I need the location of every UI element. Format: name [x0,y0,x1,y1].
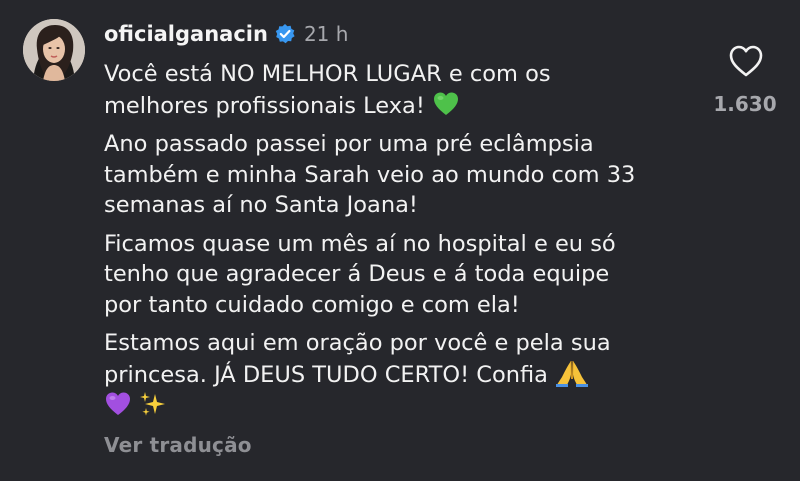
see-translation-link[interactable]: Ver tradução [104,433,252,457]
comment-line: melhores profissionais Lexa! [104,92,425,119]
comment-paragraph: Você está NO MELHOR LUGAR e com os melho… [104,59,704,121]
avatar-photo [23,19,85,81]
comment-paragraph: Estamos aqui em oração por você e pela s… [104,328,704,422]
comment-line: semanas aí no Santa Joana! [104,192,418,218]
comment-line: por tanto cuidado comigo e com ela! [104,291,520,318]
comment-line: tenho que agradecer á Deus e á toda equi… [104,261,610,287]
comment-text: Você está NO MELHOR LUGAR e com os melho… [104,59,704,430]
comment-line: Ano passado passei por uma pré eclâmpsia [104,131,594,157]
comment-paragraph: Ficamos quase um mês aí no hospital e eu… [104,229,704,321]
comment-line: Ficamos quase um mês aí no hospital e eu… [104,230,616,257]
comment-header: oficialganacin 21 h [104,20,348,48]
like-button[interactable] [728,44,764,78]
green-heart-emoji [432,90,460,118]
verified-badge-icon [274,23,296,45]
comment-line: Você está NO MELHOR LUGAR e com os [104,61,551,87]
comment-line: também e minha Sarah veio ao mundo com 3… [104,161,636,188]
like-count: 1.630 [713,92,777,116]
avatar[interactable] [23,19,85,81]
purple-heart-emoji [104,390,132,418]
heart-outline-icon [729,45,763,77]
comment-line: Estamos aqui em oração por você e pela s… [104,330,611,356]
comment-timestamp: 21 h [303,22,349,46]
comment-line: princesa. JÁ DEUS TUDO CERTO! Confia [104,361,548,388]
comment-paragraph: Ano passado passei por uma pré eclâmpsia… [104,129,704,221]
folded-hands-emoji [555,359,589,387]
sparkles-emoji [139,390,167,418]
username-link[interactable]: oficialganacin [104,22,268,46]
